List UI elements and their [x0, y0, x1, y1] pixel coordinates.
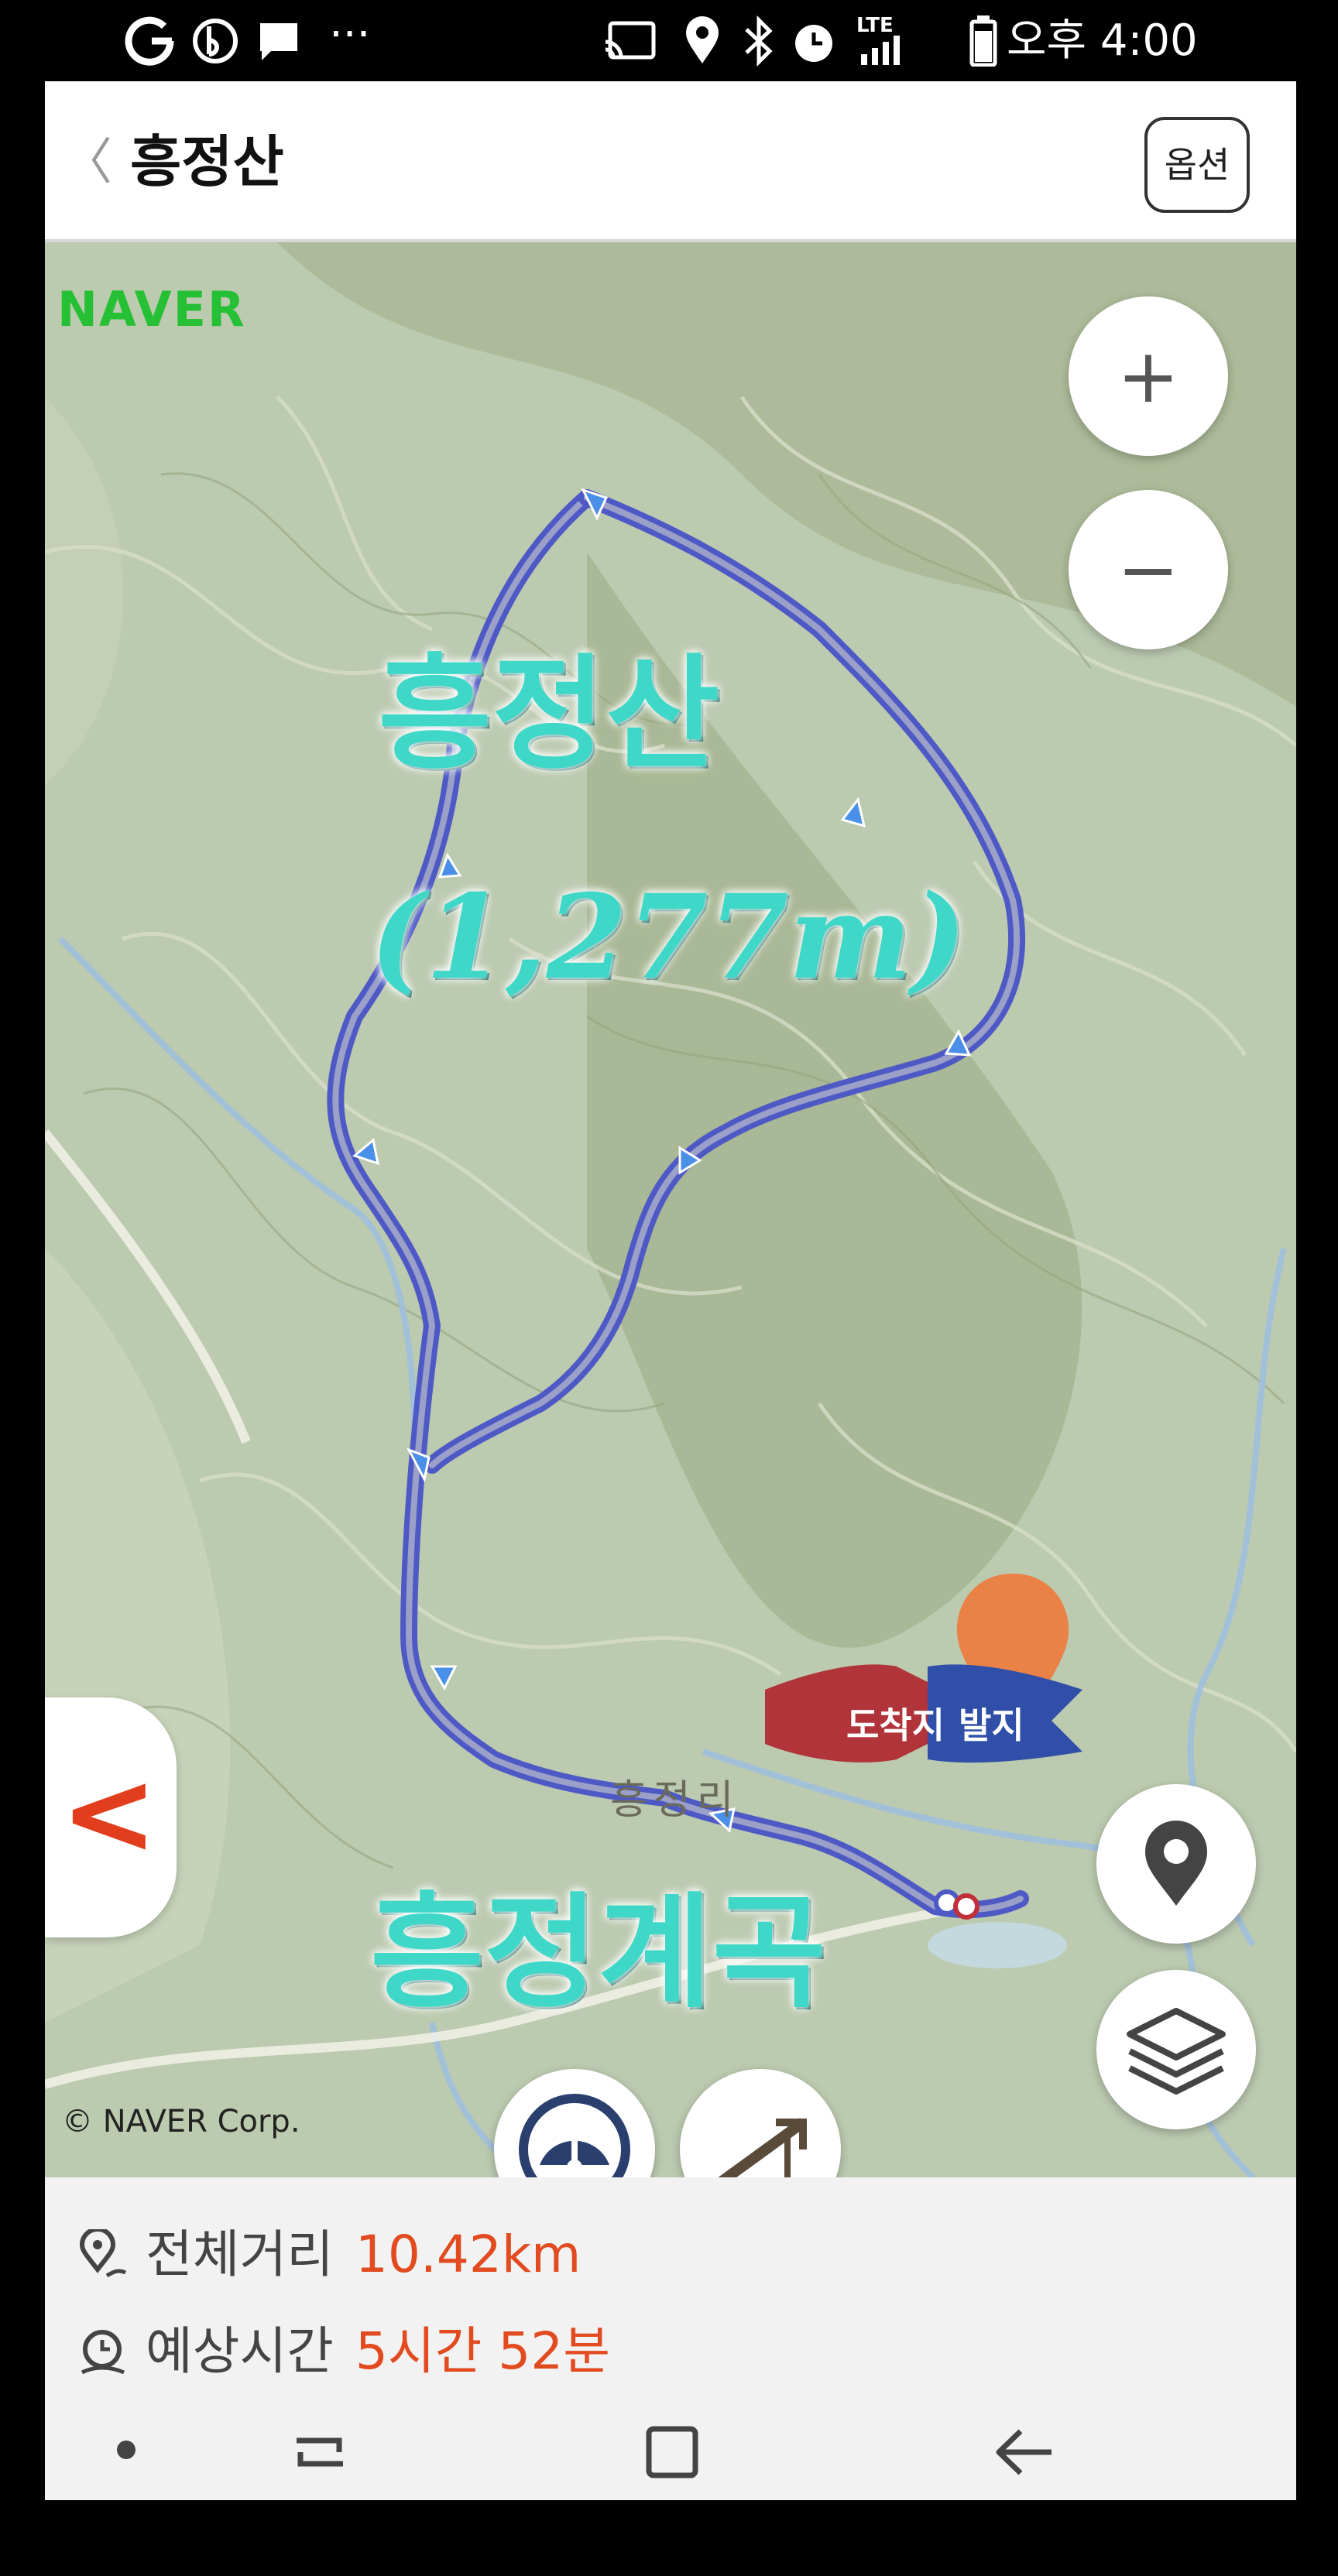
route-info-panel: 전체거리 10.42km 예상시간 5시간 52분: [45, 2177, 1296, 2425]
elevation-overlay: (1,277m): [370, 869, 967, 1005]
departure-label: 발지: [959, 1704, 1024, 1746]
location-icon: [686, 16, 719, 63]
navigation-bar: [45, 2425, 1296, 2500]
clock-pin-icon: [81, 2330, 125, 2375]
side-panel-toggle[interactable]: <: [45, 1697, 177, 1937]
layers-icon: [1127, 2008, 1226, 2095]
distance-label: 전체거리: [146, 2225, 334, 2284]
zoom-out-button[interactable]: −: [1069, 490, 1228, 649]
map-view[interactable]: NAVER + − 흥정산 (1,277m) 흥정리 흥정계곡 도착지 발지 <: [45, 242, 1296, 2177]
back-button[interactable]: 〈: [45, 112, 130, 213]
header-bar: 〈 흥정산 옵션: [45, 81, 1296, 242]
time-value: 5시간 52분: [355, 2321, 611, 2381]
zoom-in-button[interactable]: +: [1069, 296, 1228, 456]
status-bar: ··· LTE 오후 4:00: [0, 0, 1338, 81]
time-label: 예상시간: [146, 2321, 334, 2381]
recent-apps-icon[interactable]: [285, 2417, 355, 2487]
message-icon: [260, 23, 297, 60]
speedometer-icon: [519, 2094, 630, 2177]
lte-signal-icon: [861, 36, 900, 65]
option-button[interactable]: 옵션: [1144, 117, 1250, 213]
village-label: 흥정리: [610, 1777, 740, 1824]
my-location-button[interactable]: [1096, 1784, 1256, 1944]
distance-value: 10.42km: [355, 2225, 582, 2284]
plus-icon: +: [1117, 333, 1180, 420]
dot-icon: [117, 2441, 136, 2459]
page-title: 흥정산: [130, 129, 284, 194]
valley-name-overlay: 흥정계곡: [370, 1880, 826, 2025]
location-pin-icon: [1145, 1821, 1207, 1906]
app-window: 〈 흥정산 옵션 NAVER + − 흥정산 (1,277m) 흥정리 흥정계곡…: [45, 81, 1296, 2500]
layers-button[interactable]: [1096, 1970, 1256, 2129]
copyright-text: © NAVER Corp.: [62, 2104, 300, 2139]
more-dots-icon: ···: [329, 9, 371, 60]
bluetooth-icon: [745, 15, 773, 67]
cast-icon: [605, 21, 656, 60]
battery-icon: [969, 15, 997, 67]
arrival-label: 도착지: [846, 1704, 945, 1746]
chevron-left-icon: <: [60, 1746, 158, 1881]
clock: 오후 4:00: [1007, 15, 1198, 66]
lte-label: LTE: [856, 14, 894, 37]
alarm-icon: [795, 25, 832, 62]
back-icon[interactable]: [990, 2417, 1059, 2487]
minus-icon: −: [1117, 526, 1180, 613]
mountain-name-overlay: 흥정산: [378, 642, 720, 786]
b-app-icon: [193, 19, 238, 63]
slope-icon: [718, 2118, 807, 2177]
naver-logo: NAVER: [57, 281, 246, 337]
google-icon: [125, 16, 174, 66]
route-pin-icon: [79, 2229, 127, 2278]
home-icon[interactable]: [637, 2417, 707, 2487]
